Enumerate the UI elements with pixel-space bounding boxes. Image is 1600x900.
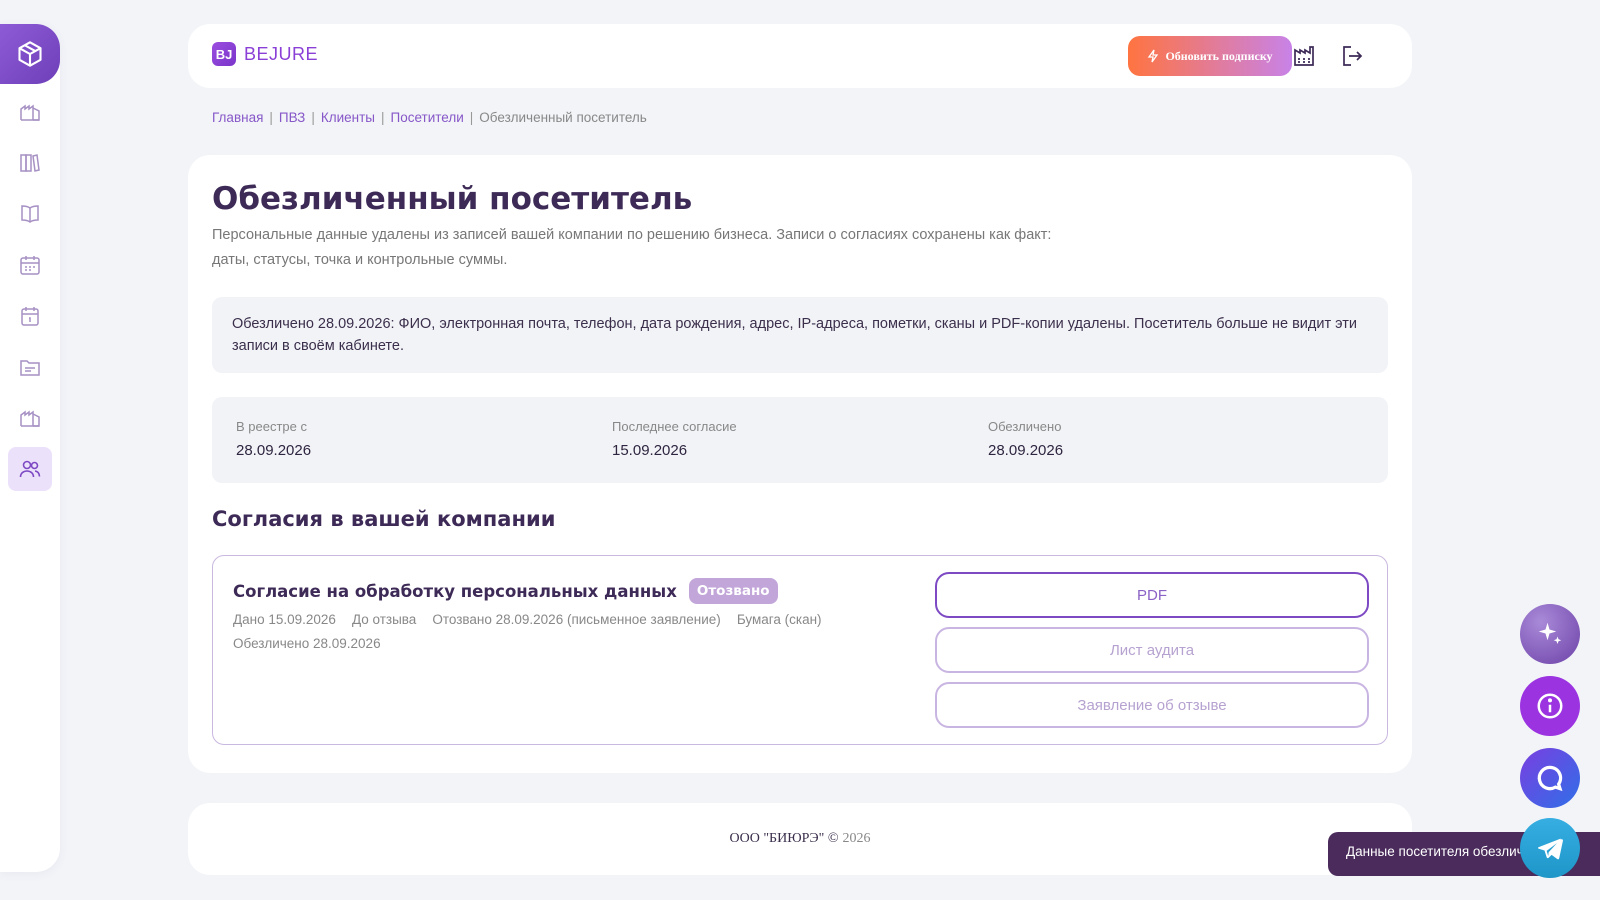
consents-section-title: Согласия в вашей компании [212, 507, 556, 531]
page-title: Обезличенный посетитель [212, 181, 693, 217]
consent-anonymized: Обезличено 28.09.2026 [233, 636, 381, 651]
logout-button[interactable] [1340, 44, 1364, 68]
audit-sheet-button[interactable]: Лист аудита [935, 627, 1369, 673]
users-icon [19, 460, 41, 478]
logo-mark: BJ [212, 42, 236, 66]
logout-icon [1343, 46, 1363, 66]
revocation-statement-button[interactable]: Заявление об отзыве [935, 682, 1369, 728]
open-book-icon [21, 205, 39, 223]
footer-company: ООО "БИЮРЭ" © [729, 831, 839, 846]
sidebar-item-docs[interactable] [8, 192, 52, 236]
footer-year: 2026 [842, 831, 871, 846]
lightning-icon [1148, 49, 1159, 63]
upgrade-subscription-button[interactable]: Обновить подписку [1128, 36, 1292, 76]
books-icon [20, 154, 40, 172]
calendar-grid-icon [20, 256, 40, 275]
box-icon [18, 41, 42, 67]
consent-card: Согласие на обработку персональных данны… [212, 555, 1388, 745]
factory-icon [1294, 46, 1314, 66]
upgrade-label: Обновить подписку [1165, 48, 1273, 63]
breadcrumb-home[interactable]: Главная [212, 110, 263, 125]
factory-icon [20, 410, 40, 427]
consent-meta: Дано 15.09.2026 До отзыва Отозвано 28.09… [233, 612, 822, 627]
breadcrumb-visitors[interactable]: Посетители [391, 110, 464, 125]
sidebar-logo-button[interactable] [0, 24, 60, 84]
folder-icon [20, 360, 40, 376]
sidebar-item-factory[interactable] [8, 396, 52, 440]
brand-logo[interactable]: BJ BEJURE [212, 42, 318, 66]
info-button[interactable] [1520, 676, 1580, 736]
pdf-button[interactable]: PDF [935, 572, 1369, 618]
header-company-button[interactable] [1292, 44, 1316, 68]
anonymization-notice: Обезличено 28.09.2026: ФИО, электронная … [212, 297, 1388, 373]
page-description: Персональные данные удалены из записей в… [212, 227, 1052, 268]
calendar-day-icon [21, 307, 39, 326]
stat-registry-since: В реестре с 28.09.2026 [236, 419, 311, 459]
top-header: BJ BEJURE Обновить подписку [188, 24, 1412, 88]
sidebar-item-library[interactable] [8, 141, 52, 185]
breadcrumb-current: Обезличенный посетитель [479, 110, 647, 125]
consent-revoked: Отозвано 28.09.2026 (письменное заявлени… [432, 612, 721, 627]
stat-value: 28.09.2026 [988, 442, 1064, 459]
sidebar-item-folders[interactable] [8, 345, 52, 389]
breadcrumb-clients[interactable]: Клиенты [321, 110, 375, 125]
warehouse-icon [20, 104, 40, 121]
stat-label: Последнее согласие [612, 419, 737, 434]
consent-medium: Бумага (скан) [736, 612, 822, 627]
stat-last-consent: Последнее согласие 15.09.2026 [612, 419, 737, 459]
visitor-stats: В реестре с 28.09.2026 Последнее согласи… [212, 397, 1388, 483]
stat-value: 28.09.2026 [236, 442, 312, 459]
stat-label: Обезличено [988, 419, 1062, 434]
info-icon [1537, 693, 1563, 719]
chat-bubble-icon [1537, 765, 1563, 792]
footer: ООО "БИЮРЭ" © 2026 [188, 803, 1412, 875]
sidebar [0, 24, 60, 872]
sparkles-icon [1538, 622, 1562, 644]
consent-title-text: Согласие на обработку персональных данны… [233, 581, 677, 601]
breadcrumb: Главная | ПВЗ | Клиенты | Посетители | Обезличен… [212, 110, 647, 125]
breadcrumb-pvz[interactable]: ПВЗ [279, 110, 305, 125]
stat-value: 15.09.2026 [612, 442, 688, 459]
telegram-icon [1537, 838, 1563, 860]
stat-label: В реестре с [236, 419, 307, 434]
consent-given: Дано 15.09.2026 [233, 612, 336, 627]
chat-button[interactable] [1520, 748, 1580, 808]
stat-anonymized: Обезличено 28.09.2026 [988, 419, 1063, 459]
sidebar-item-schedule[interactable] [8, 294, 52, 338]
consent-title: Согласие на обработку персональных данны… [233, 578, 778, 604]
ai-assistant-button[interactable] [1520, 604, 1580, 664]
sidebar-item-clients[interactable] [8, 447, 52, 491]
telegram-button[interactable] [1520, 818, 1580, 878]
logo-text: BEJURE [244, 43, 319, 64]
status-badge: Отозвано [688, 578, 778, 604]
sidebar-item-calendar[interactable] [8, 243, 52, 287]
sidebar-item-warehouse[interactable] [8, 90, 52, 134]
main-card: Обезличенный посетитель Персональные дан… [188, 155, 1412, 773]
consent-term: До отзыва [351, 612, 417, 627]
